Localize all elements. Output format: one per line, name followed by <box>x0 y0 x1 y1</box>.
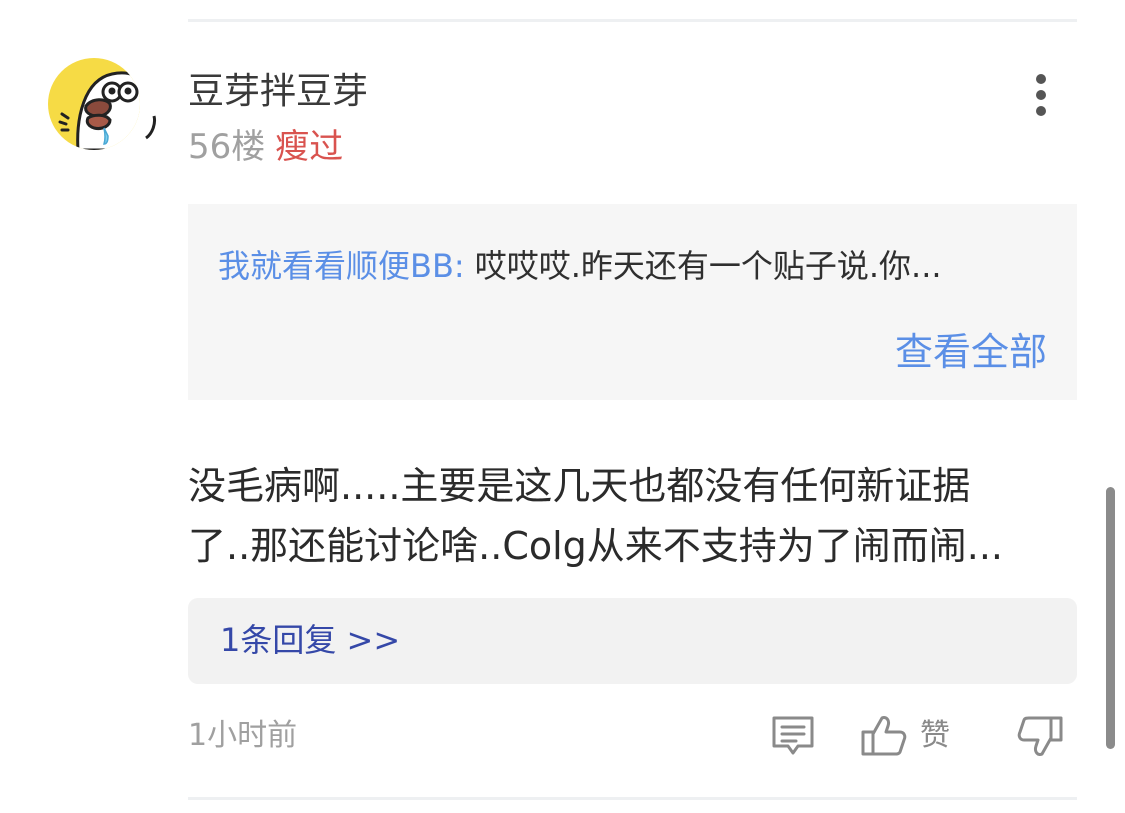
comment-body: 没毛病啊.....主要是这几天也都没有任何新证据 了..那还能讨论啥..Colg… <box>188 456 1068 576</box>
comment-icon <box>772 716 814 755</box>
view-all-link[interactable]: 查看全部 <box>895 328 1047 376</box>
like-label: 赞 <box>920 718 950 753</box>
replies-button[interactable]: 1条回复 >> <box>188 598 1077 684</box>
comment-page: 豆芽拌豆芽 56楼 瘦过 我就看看顺便BB: 哎哎哎.昨天还有一个贴子说.你... … <box>0 0 1125 813</box>
more-vertical-icon[interactable] <box>1024 70 1058 120</box>
quote-author[interactable]: 我就看看顺便BB: <box>218 247 465 285</box>
more-dot <box>1036 106 1046 116</box>
user-tag: 瘦过 <box>275 127 344 167</box>
scrollbar[interactable] <box>1106 487 1115 749</box>
timestamp: 1小时前 <box>188 718 298 753</box>
dislike-button[interactable] <box>1016 712 1064 760</box>
floor-number: 56楼 <box>188 127 266 167</box>
replies-link[interactable]: 1条回复 >> <box>220 618 400 662</box>
bottom-divider <box>188 797 1077 800</box>
avatar[interactable] <box>48 58 158 150</box>
like-button[interactable]: 赞 <box>860 712 950 760</box>
duck-avatar-icon <box>48 58 156 150</box>
thumbs-up-icon <box>861 716 907 756</box>
username[interactable]: 豆芽拌豆芽 <box>188 68 368 116</box>
thumbs-down-icon <box>1017 716 1063 756</box>
more-dot <box>1036 90 1046 100</box>
quote-text: 哎哎哎.昨天还有一个贴子说.你... <box>474 247 942 285</box>
post-meta: 56楼 瘦过 <box>188 124 343 170</box>
quoted-comment[interactable]: 我就看看顺便BB: 哎哎哎.昨天还有一个贴子说.你... 查看全部 <box>188 204 1077 400</box>
comment-line: 了..那还能讨论啥..Colg从来不支持为了闹而闹... <box>188 524 1004 568</box>
top-divider <box>188 19 1077 22</box>
quote-line: 我就看看顺便BB: 哎哎哎.昨天还有一个贴子说.你... <box>218 244 942 288</box>
comment-button[interactable] <box>770 712 816 760</box>
comment-line: 没毛病啊.....主要是这几天也都没有任何新证据 <box>188 464 971 508</box>
more-dot <box>1036 74 1046 84</box>
